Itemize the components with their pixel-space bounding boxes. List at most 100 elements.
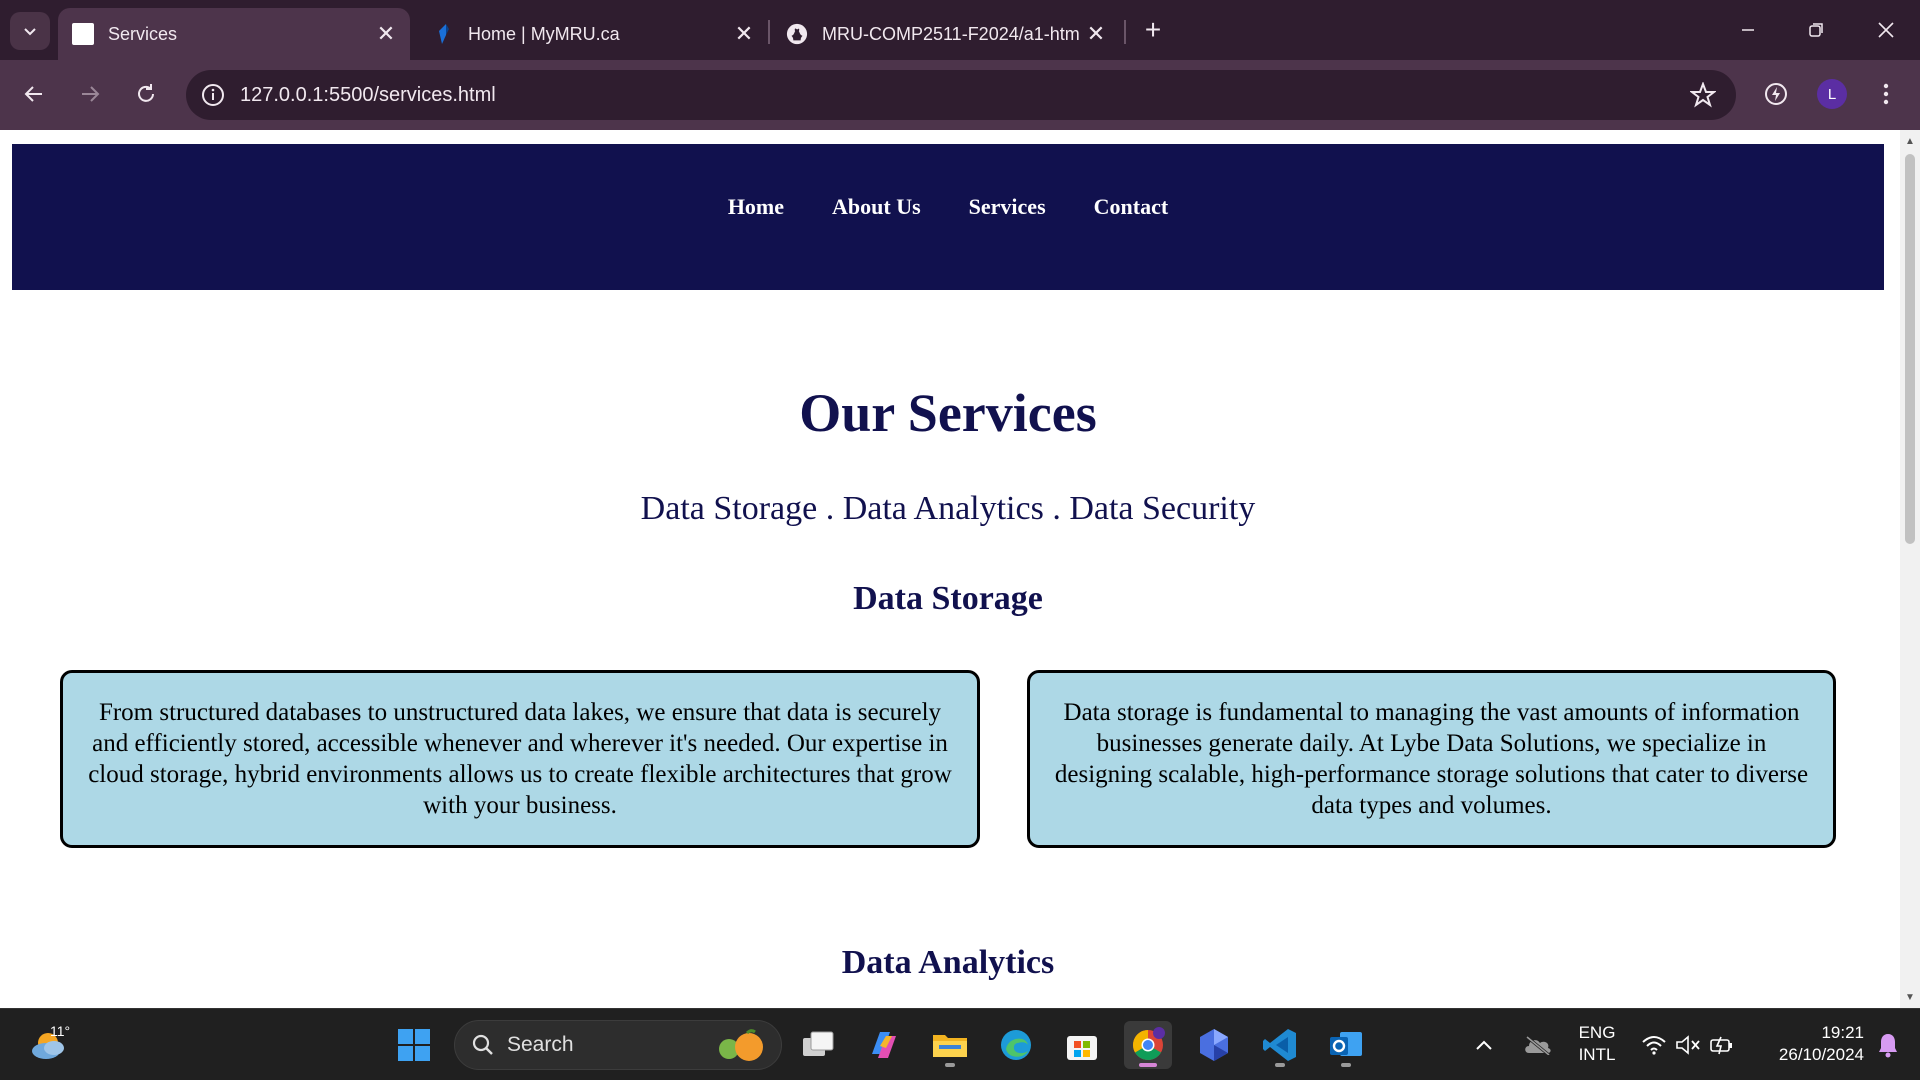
windows-logo-icon bbox=[398, 1029, 430, 1061]
show-hidden-icons-button[interactable] bbox=[1466, 1021, 1502, 1069]
avatar: L bbox=[1817, 79, 1847, 109]
arrow-right-icon bbox=[82, 86, 100, 102]
search-highlight-fruit-icon bbox=[719, 1029, 763, 1061]
edge-browser-icon bbox=[1001, 1030, 1031, 1060]
nav-link-services[interactable]: Services bbox=[969, 194, 1046, 220]
storage-card-left: From structured databases to unstructure… bbox=[60, 670, 980, 848]
more-vertical-icon bbox=[1883, 83, 1889, 105]
tab-github[interactable]: MRU-COMP2511-F2024/a1-htm ✕ bbox=[772, 8, 1120, 60]
wifi-icon bbox=[1642, 1036, 1666, 1055]
vscode-button[interactable] bbox=[1256, 1021, 1304, 1069]
tab-separator bbox=[768, 20, 770, 44]
battery-charging-icon bbox=[1710, 1036, 1732, 1055]
clock[interactable]: 19:21 26/10/2024 bbox=[1752, 1022, 1864, 1066]
language-code: ENG bbox=[1578, 1023, 1616, 1042]
windows-taskbar: 11° Search ENG INTL 19:21 26/10/2024 bbox=[0, 1008, 1920, 1080]
outlook-button[interactable] bbox=[1322, 1021, 1370, 1069]
bookmark-star-icon[interactable] bbox=[1690, 82, 1716, 108]
task-view-button[interactable] bbox=[794, 1021, 842, 1069]
active-indicator bbox=[1139, 1063, 1157, 1067]
blank-page-icon bbox=[72, 23, 94, 45]
bell-icon bbox=[1879, 1034, 1897, 1058]
profile-button[interactable]: L bbox=[1812, 74, 1852, 114]
chevron-up-icon bbox=[1476, 1040, 1492, 1050]
copilot-button[interactable] bbox=[860, 1021, 908, 1069]
reload-button[interactable] bbox=[126, 74, 166, 114]
running-indicator bbox=[1341, 1063, 1351, 1067]
notifications-button[interactable] bbox=[1868, 1021, 1908, 1069]
file-explorer-button[interactable] bbox=[926, 1021, 974, 1069]
keyboard-layout: INTL bbox=[1578, 1045, 1616, 1064]
reload-icon bbox=[138, 84, 154, 102]
services-subtitle: Data Storage . Data Analytics . Data Sec… bbox=[640, 490, 1256, 527]
new-tab-button[interactable]: + bbox=[1138, 14, 1168, 46]
page-viewport: Home About Us Services Contact Our Servi… bbox=[0, 130, 1900, 1008]
forward-button[interactable] bbox=[70, 74, 110, 114]
onedrive-button[interactable] bbox=[1516, 1021, 1560, 1069]
scrollbar-thumb[interactable] bbox=[1905, 154, 1915, 544]
close-tab-icon[interactable]: ✕ bbox=[372, 20, 400, 48]
running-indicator bbox=[1275, 1063, 1285, 1067]
restore-window-button[interactable] bbox=[1792, 10, 1840, 50]
tab-services[interactable]: Services ✕ bbox=[58, 8, 410, 60]
section-title-data-storage: Data Storage bbox=[853, 580, 1043, 617]
microsoft-store-button[interactable] bbox=[1058, 1021, 1106, 1069]
scroll-up-icon[interactable]: ▲ bbox=[1900, 132, 1920, 150]
performance-button[interactable] bbox=[1756, 74, 1796, 114]
search-label: Search bbox=[507, 1033, 574, 1056]
input-language-indicator[interactable]: ENG INTL bbox=[1572, 1022, 1622, 1066]
copilot-icon bbox=[872, 1032, 896, 1058]
browser-toolbar: 127.0.0.1:5500/services.html L bbox=[0, 60, 1920, 130]
scroll-down-icon[interactable]: ▼ bbox=[1900, 988, 1920, 1006]
mymru-logo-icon bbox=[432, 23, 454, 45]
tab-title: Home | MyMRU.ca bbox=[468, 23, 620, 44]
tab-title: MRU-COMP2511-F2024/a1-htm bbox=[822, 23, 1080, 44]
close-tab-icon[interactable]: ✕ bbox=[1082, 20, 1110, 48]
power-automate-button[interactable] bbox=[1190, 1021, 1238, 1069]
page-title: Our Services bbox=[799, 383, 1097, 443]
folder-icon bbox=[933, 1035, 967, 1057]
vscode-icon bbox=[1263, 1029, 1296, 1061]
browser-tab-bar: Services ✕ Home | MyMRU.ca ✕ MRU-COMP251… bbox=[0, 0, 1920, 60]
nav-link-about-us[interactable]: About Us bbox=[832, 194, 921, 220]
quick-settings-button[interactable] bbox=[1636, 1021, 1740, 1069]
minimize-window-button[interactable] bbox=[1724, 10, 1772, 50]
tab-mymru[interactable]: Home | MyMRU.ca ✕ bbox=[418, 8, 768, 60]
browser-menu-button[interactable] bbox=[1866, 74, 1906, 114]
close-icon bbox=[1878, 22, 1894, 38]
chrome-icon bbox=[1132, 1027, 1165, 1061]
hexagon-app-icon bbox=[1200, 1029, 1228, 1061]
restore-icon bbox=[1809, 23, 1823, 37]
running-indicator bbox=[945, 1063, 955, 1067]
edge-button[interactable] bbox=[992, 1021, 1040, 1069]
site-info-icon[interactable] bbox=[200, 82, 226, 108]
taskbar-search[interactable]: Search bbox=[454, 1020, 782, 1070]
arrow-left-icon bbox=[24, 86, 42, 102]
nav-link-contact[interactable]: Contact bbox=[1094, 194, 1169, 220]
minimize-icon bbox=[1742, 29, 1754, 31]
close-tab-icon[interactable]: ✕ bbox=[730, 20, 758, 48]
tab-title: Services bbox=[108, 23, 178, 44]
speedometer-icon bbox=[1765, 83, 1787, 105]
back-button[interactable] bbox=[14, 74, 54, 114]
store-icon bbox=[1067, 1036, 1097, 1060]
url-text: 127.0.0.1:5500/services.html bbox=[240, 83, 496, 106]
storage-card-right: Data storage is fundamental to managing … bbox=[1027, 670, 1836, 848]
task-view-icon bbox=[803, 1031, 834, 1056]
tab-search-button[interactable] bbox=[10, 12, 50, 50]
weather-temperature: 11° bbox=[50, 1023, 71, 1039]
site-navigation: Home About Us Services Contact bbox=[12, 144, 1884, 290]
tab-separator bbox=[1124, 20, 1126, 44]
outlook-icon bbox=[1330, 1032, 1362, 1056]
address-bar[interactable]: 127.0.0.1:5500/services.html bbox=[186, 70, 1736, 120]
close-window-button[interactable] bbox=[1862, 10, 1910, 50]
github-icon bbox=[786, 23, 808, 45]
nav-link-home[interactable]: Home bbox=[728, 194, 784, 220]
start-button[interactable] bbox=[390, 1021, 438, 1069]
chrome-button[interactable] bbox=[1124, 1021, 1172, 1069]
search-icon bbox=[472, 1034, 493, 1055]
page-scrollbar[interactable]: ▲ ▼ bbox=[1900, 130, 1920, 1008]
clock-date: 26/10/2024 bbox=[1778, 1045, 1864, 1064]
section-title-data-analytics: Data Analytics bbox=[841, 944, 1055, 981]
clock-time: 19:21 bbox=[1821, 1023, 1864, 1042]
